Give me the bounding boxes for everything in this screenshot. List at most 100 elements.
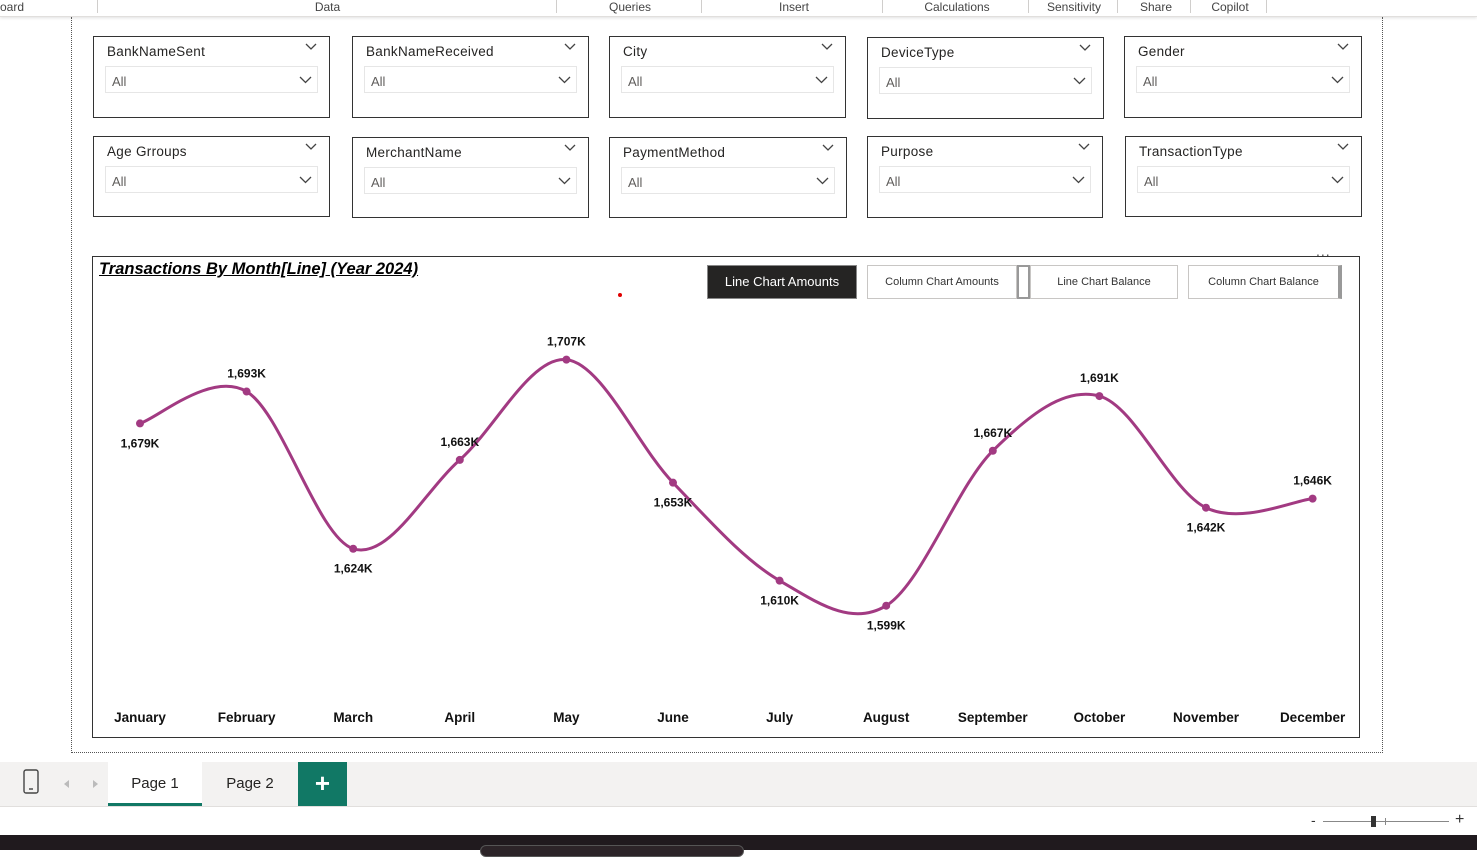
data-point[interactable]	[1308, 494, 1317, 503]
ribbon: oard Data Queries Insert Calculations Se…	[0, 0, 1477, 17]
data-point[interactable]	[1095, 392, 1104, 401]
slicer-value: All	[112, 74, 127, 89]
zoom-slider-thumb[interactable]	[1371, 816, 1376, 827]
tab-page-2[interactable]: Page 2	[203, 762, 297, 806]
slicer-dropdown[interactable]: All	[879, 67, 1092, 94]
slicer-transaction-type[interactable]: TransactionType All	[1125, 136, 1362, 217]
chevron-down-icon[interactable]	[1331, 176, 1344, 184]
ribbon-tab-dashboard[interactable]: oard	[0, 0, 30, 16]
tab-page-1[interactable]: Page 1	[108, 762, 202, 806]
line-chart-visual[interactable]: Transactions By Month[Line] (Year 2024) …	[92, 256, 1360, 738]
chevron-down-icon[interactable]	[1337, 43, 1349, 51]
slicer-device-type[interactable]: DeviceType All	[867, 37, 1104, 119]
x-axis-label: January	[114, 710, 166, 725]
slicer-title: MerchantName	[366, 145, 462, 160]
slicer-merchant-name[interactable]: MerchantName All	[352, 137, 589, 218]
data-point[interactable]	[562, 355, 571, 364]
slicer-value: All	[371, 175, 386, 190]
chevron-down-icon[interactable]	[558, 76, 571, 84]
chevron-right-icon[interactable]	[91, 779, 99, 789]
chevron-left-icon[interactable]	[63, 779, 71, 789]
slicer-dropdown[interactable]: All	[879, 166, 1091, 193]
slicer-bank-name-sent[interactable]: BankNameSent All	[93, 36, 330, 118]
slicer-dropdown[interactable]: All	[1136, 66, 1350, 93]
slicer-title: TransactionType	[1139, 144, 1243, 159]
series-line	[139, 358, 1313, 616]
ribbon-separator	[1190, 0, 1191, 13]
chevron-down-icon[interactable]	[558, 177, 571, 185]
ribbon-group-copilot[interactable]: Copilot	[1198, 0, 1262, 16]
slicer-value: All	[1144, 174, 1159, 189]
slicer-bank-name-received[interactable]: BankNameReceived All	[352, 36, 589, 118]
slicer-payment-method[interactable]: PaymentMethod All	[609, 137, 847, 218]
data-label: 1,642K	[1187, 521, 1226, 535]
slicer-title: DeviceType	[881, 45, 955, 60]
slicer-value: All	[112, 174, 127, 189]
chevron-down-icon[interactable]	[1337, 143, 1349, 151]
ribbon-group-calculations[interactable]: Calculations	[912, 0, 1002, 16]
slicer-gender[interactable]: Gender All	[1124, 36, 1362, 118]
data-point[interactable]	[349, 544, 358, 553]
data-label: 1,691K	[1080, 371, 1119, 385]
chevron-down-icon[interactable]	[305, 143, 317, 151]
chevron-down-icon[interactable]	[816, 177, 829, 185]
ribbon-group-share[interactable]: Share	[1130, 0, 1182, 16]
slicer-dropdown[interactable]: All	[621, 66, 834, 93]
data-point[interactable]	[1202, 503, 1210, 512]
zoom-slider-midmark	[1385, 818, 1386, 825]
slicer-title: PaymentMethod	[623, 145, 726, 160]
slicer-dropdown[interactable]: All	[621, 167, 835, 194]
x-axis-label: September	[958, 710, 1029, 725]
data-label: 1,610K	[760, 594, 799, 608]
zoom-out-button[interactable]: -	[1311, 812, 1316, 828]
slicer-value: All	[886, 174, 901, 189]
x-axis-label: July	[766, 710, 794, 725]
slicer-purpose[interactable]: Purpose All	[867, 136, 1103, 218]
chevron-down-icon[interactable]	[821, 43, 833, 51]
ribbon-separator	[882, 0, 883, 13]
chevron-down-icon[interactable]	[1078, 143, 1090, 151]
ribbon-group-sensitivity[interactable]: Sensitivity	[1036, 0, 1112, 16]
zoom-in-button[interactable]: +	[1455, 811, 1464, 829]
data-label: 1,679K	[121, 436, 160, 450]
data-point[interactable]	[242, 387, 251, 396]
data-point[interactable]	[669, 478, 677, 487]
zoom-slider[interactable]	[1323, 816, 1449, 827]
slicer-dropdown[interactable]: All	[364, 167, 577, 194]
chevron-down-icon[interactable]	[1331, 76, 1344, 84]
chevron-down-icon[interactable]	[1072, 176, 1085, 184]
slicer-title: BankNameReceived	[366, 44, 494, 59]
x-axis-label: November	[1173, 710, 1240, 725]
slicer-dropdown[interactable]: All	[1137, 166, 1350, 193]
x-axis-label: October	[1074, 710, 1127, 725]
data-point[interactable]	[455, 455, 464, 464]
data-point[interactable]	[988, 446, 997, 455]
chevron-down-icon[interactable]	[305, 43, 317, 51]
slicer-dropdown[interactable]: All	[105, 166, 318, 193]
data-point[interactable]	[775, 576, 784, 585]
slicer-dropdown[interactable]: All	[364, 66, 577, 93]
chevron-down-icon[interactable]	[815, 76, 828, 84]
data-label: 1,599K	[867, 619, 906, 633]
ribbon-group-data[interactable]: Data	[290, 0, 365, 16]
slicer-dropdown[interactable]: All	[105, 66, 318, 93]
chevron-down-icon[interactable]	[564, 144, 576, 152]
mobile-layout-icon[interactable]	[22, 769, 40, 795]
chevron-down-icon[interactable]	[299, 176, 312, 184]
data-point[interactable]	[136, 419, 144, 428]
chevron-down-icon[interactable]	[299, 76, 312, 84]
slicer-age-groups[interactable]: Age Grroups All	[93, 136, 330, 217]
data-point[interactable]	[882, 601, 891, 610]
ribbon-separator	[97, 0, 98, 13]
chevron-down-icon[interactable]	[564, 43, 576, 51]
ribbon-group-queries[interactable]: Queries	[590, 0, 670, 16]
page-tabs-bar: Page 1 Page 2 +	[0, 762, 1477, 806]
cursor-marker	[618, 293, 622, 297]
chevron-down-icon[interactable]	[822, 144, 834, 152]
chevron-down-icon[interactable]	[1079, 44, 1091, 52]
taskbar-search-box[interactable]	[480, 845, 744, 857]
add-page-button[interactable]: +	[298, 762, 347, 806]
chevron-down-icon[interactable]	[1073, 77, 1086, 85]
slicer-city[interactable]: City All	[609, 36, 846, 118]
ribbon-group-insert[interactable]: Insert	[760, 0, 828, 16]
